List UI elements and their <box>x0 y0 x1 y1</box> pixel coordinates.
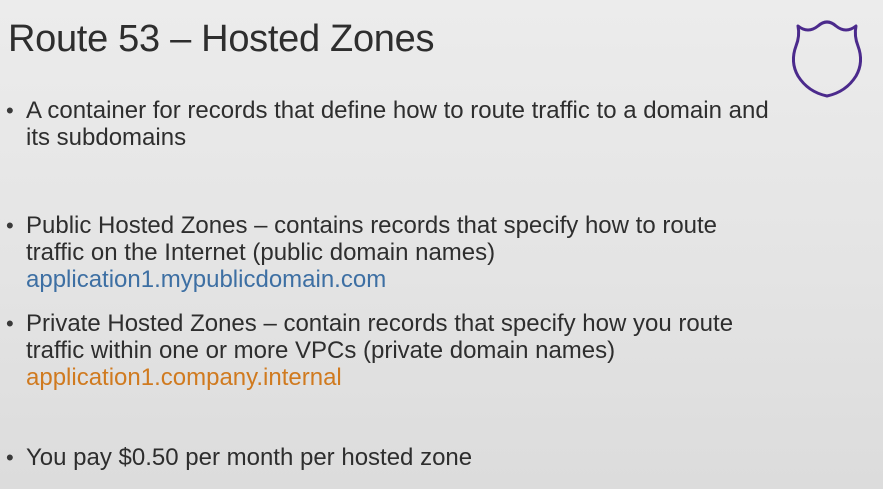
bullet-text: Private Hosted Zones – contain records t… <box>26 310 866 391</box>
bullet-line: Public Hosted Zones – contains records t… <box>26 212 718 239</box>
slide-title: Route 53 – Hosted Zones <box>8 18 435 60</box>
bullet-dot: • <box>6 213 14 238</box>
bullet-line: its subdomains <box>26 124 187 151</box>
bullet-line: traffic on the Internet (public domain n… <box>26 239 496 266</box>
bullet-line: Private Hosted Zones – contain records t… <box>26 310 734 337</box>
bullet-dot: • <box>6 311 14 336</box>
slide: Route 53 – Hosted Zones • A container fo… <box>0 0 883 489</box>
bullet-text: Public Hosted Zones – contains records t… <box>26 212 866 293</box>
bullet-dot: • <box>6 445 14 470</box>
route-shield-icon <box>791 20 863 98</box>
bullet-text: A container for records that define how … <box>26 97 866 151</box>
bullet-line: You pay $0.50 per month per hosted zone <box>26 444 473 471</box>
private-domain-example: application1.company.internal <box>26 364 342 391</box>
bullet-line: traffic within one or more VPCs (private… <box>26 337 616 364</box>
public-domain-example: application1.mypublicdomain.com <box>26 266 387 293</box>
bullet-dot: • <box>6 98 14 123</box>
bullet-text: You pay $0.50 per month per hosted zone <box>26 444 866 471</box>
bullet-line: A container for records that define how … <box>26 97 769 124</box>
